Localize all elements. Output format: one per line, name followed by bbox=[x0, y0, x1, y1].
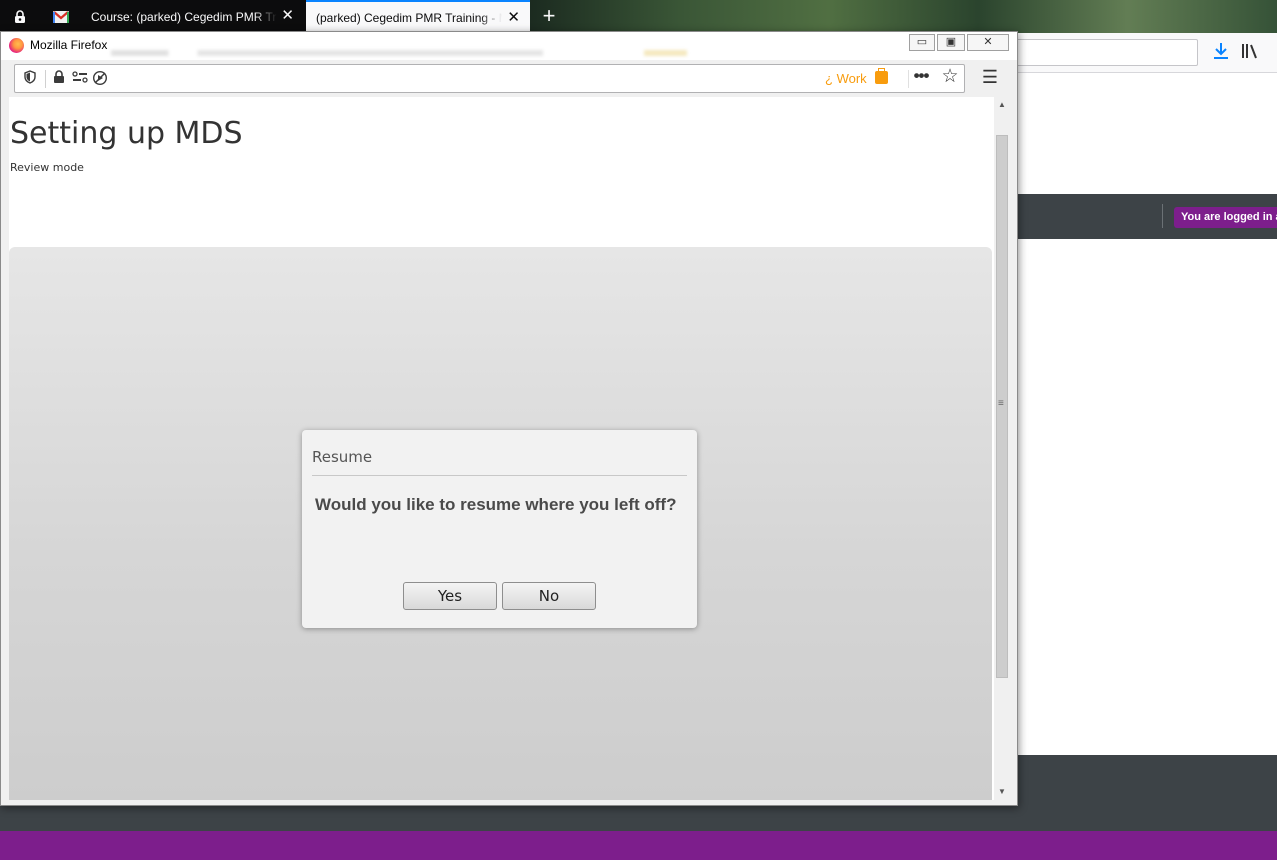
lock-icon[interactable] bbox=[51, 70, 67, 88]
autoplay-blocked-icon[interactable] bbox=[91, 70, 109, 88]
gmail-icon bbox=[53, 10, 69, 23]
scorm-player-area: Resume Would you like to resume where yo… bbox=[9, 247, 992, 800]
yes-button[interactable]: Yes bbox=[403, 582, 497, 610]
background-toolbar bbox=[1017, 33, 1277, 73]
background-tab-strip: Course: (parked) Cegedim PMR Training ✕ … bbox=[0, 0, 1277, 33]
container-name: Work bbox=[836, 71, 867, 86]
navbar-divider bbox=[1162, 204, 1163, 228]
private-browsing-icon bbox=[15, 9, 25, 23]
page-title: Setting up MDS bbox=[10, 116, 243, 151]
url-bar[interactable]: ¿ Work bbox=[14, 64, 965, 93]
theme-background-image bbox=[530, 0, 1277, 33]
tracking-protection-shield-icon[interactable] bbox=[22, 70, 38, 88]
page-actions-icon[interactable]: ••• bbox=[909, 66, 933, 88]
firefox-logo-icon bbox=[9, 38, 24, 53]
logged-in-badge: You are logged in as bbox=[1174, 207, 1277, 228]
popup-titlebar[interactable]: Mozilla Firefox ▭ ▣ ✕ bbox=[1, 32, 1017, 60]
close-window-button[interactable]: ✕ bbox=[967, 34, 1009, 51]
no-button[interactable]: No bbox=[502, 582, 596, 610]
dialog-title: Resume bbox=[312, 448, 373, 466]
vertical-scrollbar[interactable]: ▲ ▼ bbox=[994, 97, 1010, 800]
close-tab-icon[interactable]: ✕ bbox=[507, 10, 520, 26]
container-label[interactable]: ¿ Work bbox=[825, 71, 867, 86]
urlbar-divider bbox=[45, 70, 46, 88]
tab-title: (parked) Cegedim PMR Training - Moodle bbox=[316, 10, 502, 25]
container-prefix: ¿ bbox=[825, 71, 833, 86]
background-site-navbar: You are logged in as bbox=[1017, 194, 1277, 239]
minimize-button[interactable]: ▭ bbox=[909, 34, 935, 51]
ghost-background-toolbar bbox=[111, 50, 831, 56]
close-tab-icon[interactable]: ✕ bbox=[281, 8, 294, 24]
resume-dialog: Resume Would you like to resume where yo… bbox=[302, 430, 697, 628]
tab-gmail[interactable] bbox=[41, 0, 81, 33]
popup-firefox-window: Mozilla Firefox ▭ ▣ ✕ ¿ Work ••• ☆ ☰ Set… bbox=[0, 31, 1018, 806]
new-tab-button[interactable]: + bbox=[536, 3, 562, 29]
page-content: Setting up MDS Review mode Resume Would … bbox=[9, 97, 994, 800]
window-title: Mozilla Firefox bbox=[30, 38, 108, 52]
tab-title: Course: (parked) Cegedim PMR Training bbox=[91, 9, 277, 24]
background-bottom-bar bbox=[0, 831, 1277, 860]
background-url-bar[interactable] bbox=[1017, 39, 1198, 66]
scroll-down-arrow-icon[interactable]: ▼ bbox=[994, 784, 1010, 800]
library-icon[interactable] bbox=[1241, 43, 1265, 63]
permissions-icon[interactable] bbox=[71, 70, 89, 88]
maximize-button[interactable]: ▣ bbox=[937, 34, 965, 51]
tab-private-browsing[interactable] bbox=[0, 0, 40, 33]
scrollbar-thumb[interactable] bbox=[996, 135, 1008, 678]
briefcase-icon bbox=[875, 68, 888, 84]
tab-training-active[interactable]: (parked) Cegedim PMR Training - Moodle ✕ bbox=[306, 0, 530, 33]
download-icon[interactable] bbox=[1211, 42, 1231, 62]
scroll-up-arrow-icon[interactable]: ▲ bbox=[994, 97, 1010, 113]
review-mode-label: Review mode bbox=[10, 161, 84, 174]
dialog-message: Would you like to resume where you left … bbox=[315, 495, 677, 514]
dialog-divider bbox=[312, 475, 687, 476]
tab-course[interactable]: Course: (parked) Cegedim PMR Training ✕ bbox=[82, 0, 304, 33]
bookmark-star-icon[interactable]: ☆ bbox=[939, 67, 961, 89]
hamburger-menu-icon[interactable]: ☰ bbox=[980, 68, 1000, 88]
